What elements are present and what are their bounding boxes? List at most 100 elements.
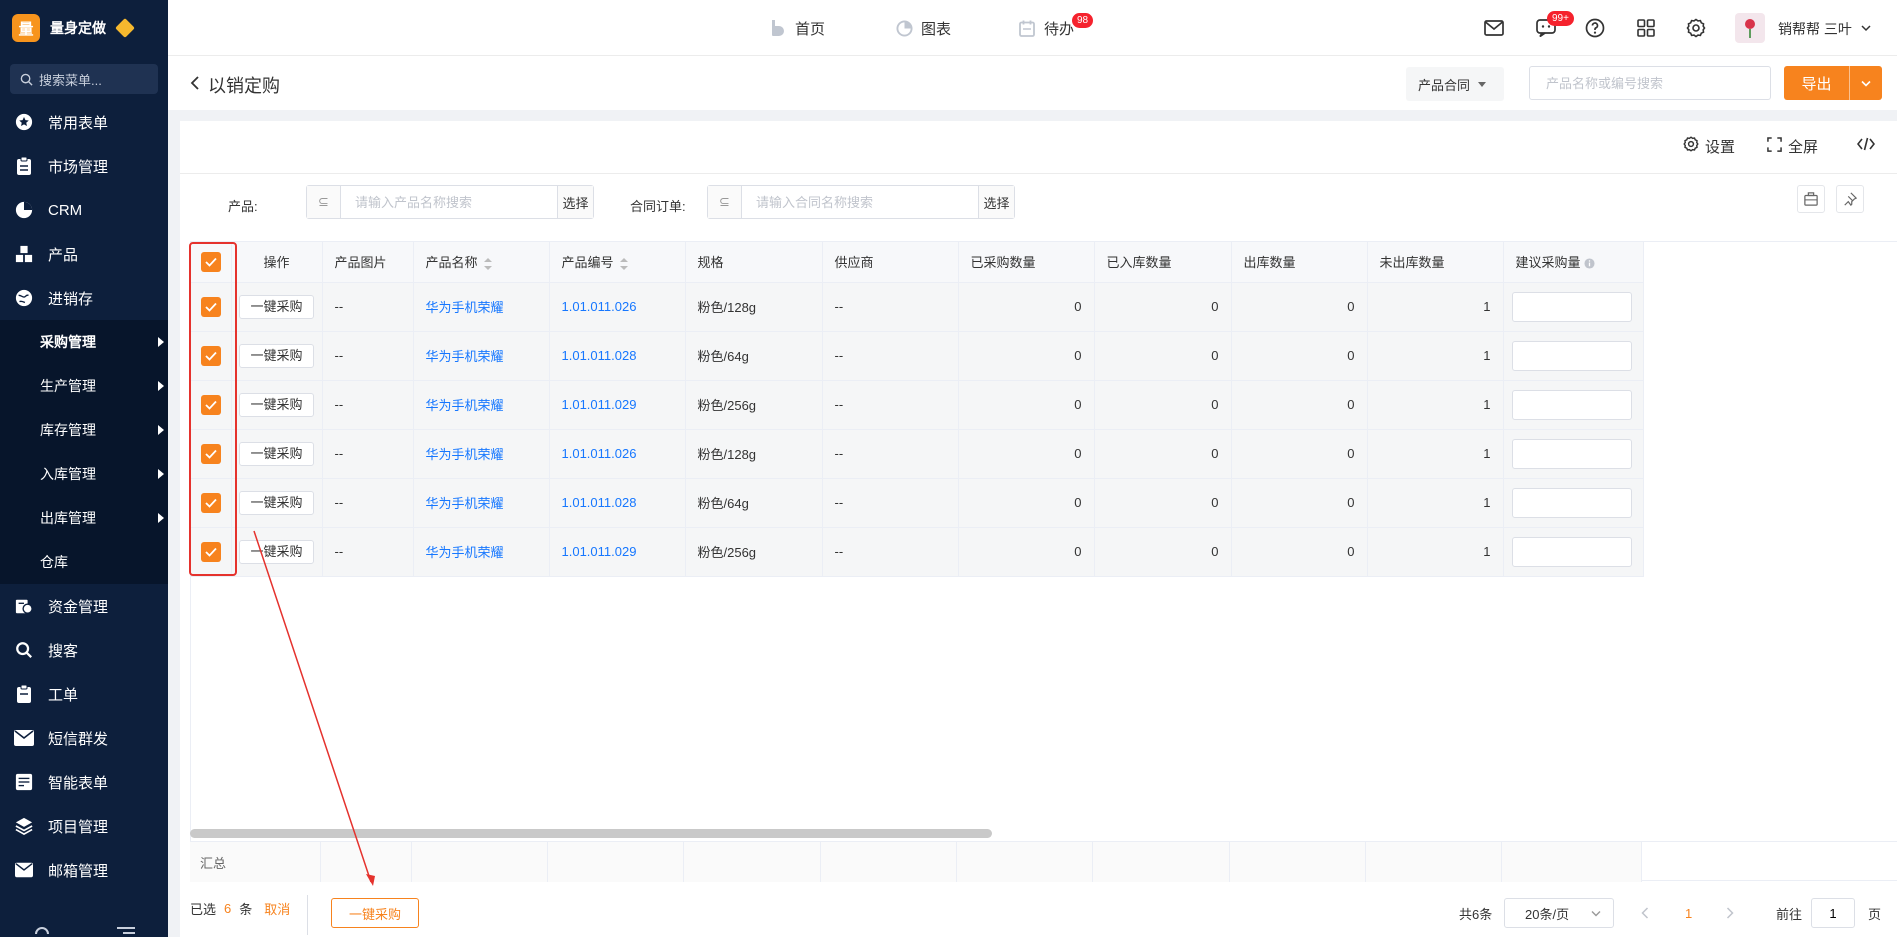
menu-item-sms[interactable]: 短信群发 [0, 716, 168, 760]
row-checkbox[interactable] [200, 296, 221, 317]
pin-button[interactable] [1836, 185, 1864, 213]
submenu-item-warehouse[interactable]: 仓库 [0, 540, 168, 584]
row-checkbox-cell[interactable] [191, 380, 232, 430]
product-name-link[interactable]: 华为手机荣耀 [426, 545, 504, 560]
contract-filter-input[interactable] [742, 186, 978, 218]
submenu-item-purchase[interactable]: 采购管理 [0, 320, 168, 364]
export-button[interactable]: 导出 [1784, 66, 1882, 100]
back-link[interactable]: 以销定购 [190, 72, 280, 98]
menu-item-projects[interactable]: 项目管理 [0, 804, 168, 848]
contract-select-button[interactable]: 选择 [978, 186, 1014, 218]
suggested-qty-input[interactable] [1511, 487, 1632, 518]
settings-icon[interactable] [1684, 16, 1708, 40]
menu-item-common-forms[interactable]: 常用表单 [0, 100, 168, 144]
horizontal-scrollbar[interactable] [190, 829, 992, 838]
row-checkbox-cell[interactable] [191, 478, 232, 528]
gear-icon[interactable] [34, 922, 50, 937]
product-code-link[interactable]: 1.01.011.028 [562, 348, 637, 363]
product-select-button[interactable]: 选择 [557, 186, 593, 218]
nav-todo[interactable]: 待办 [1018, 0, 1074, 56]
menu-item-crm[interactable]: CRM [0, 188, 168, 232]
apps-grid-icon[interactable] [1634, 16, 1658, 40]
menu-search[interactable]: 搜索菜单... [10, 64, 158, 94]
goto-page-input[interactable] [1811, 898, 1855, 928]
select-all-checkbox[interactable] [200, 251, 221, 272]
row-code-cell: 1.01.011.028 [549, 331, 686, 381]
row-checkbox[interactable] [200, 443, 221, 464]
product-code-link[interactable]: 1.01.011.029 [562, 397, 637, 412]
settings-button[interactable]: 设置 [1683, 135, 1735, 157]
search-icon [14, 640, 34, 660]
submenu-item-production[interactable]: 生产管理 [0, 364, 168, 408]
menu-item-product[interactable]: 产品 [0, 232, 168, 276]
mail-icon[interactable] [1482, 16, 1506, 40]
export-label[interactable]: 导出 [1784, 66, 1850, 100]
row-purchase-button[interactable]: 一键采购 [239, 343, 314, 368]
page-size-select[interactable]: 20条/页 [1504, 898, 1614, 928]
collapse-icon[interactable] [116, 922, 135, 937]
row-checkbox-cell[interactable] [191, 527, 232, 577]
row-checkbox-cell[interactable] [191, 331, 232, 381]
bulk-purchase-button[interactable]: 一键采购 [331, 898, 419, 928]
nav-home[interactable]: 首页 [769, 0, 825, 56]
menu-item-market[interactable]: 市场管理 [0, 144, 168, 188]
submenu-item-stock[interactable]: 库存管理 [0, 408, 168, 452]
menu-item-mail[interactable]: 邮箱管理 [0, 848, 168, 892]
user-name[interactable]: 销帮帮 三叶 [1778, 19, 1852, 39]
cancel-selection-link[interactable]: 取消 [264, 899, 290, 918]
row-purchase-button[interactable]: 一键采购 [239, 490, 314, 515]
product-code-link[interactable]: 1.01.011.026 [562, 446, 637, 461]
submenu-item-inbound[interactable]: 入库管理 [0, 452, 168, 496]
page-number-current[interactable]: 1 [1685, 898, 1692, 928]
help-icon[interactable] [1583, 16, 1607, 40]
calendar-icon [1018, 19, 1036, 37]
product-name-link[interactable]: 华为手机荣耀 [426, 300, 504, 315]
row-checkbox[interactable] [200, 541, 221, 562]
export-dropdown[interactable] [1850, 66, 1882, 100]
prev-page-button[interactable] [1641, 898, 1649, 928]
chevron-down-icon[interactable] [1854, 16, 1878, 40]
suggested-qty-input[interactable] [1511, 340, 1632, 371]
product-code-link[interactable]: 1.01.011.029 [562, 544, 637, 559]
row-checkbox-cell[interactable] [191, 282, 232, 332]
product-code-link[interactable]: 1.01.011.026 [562, 299, 637, 314]
product-name-link[interactable]: 华为手机荣耀 [426, 398, 504, 413]
suggested-qty-input[interactable] [1511, 536, 1632, 567]
suggested-qty-input[interactable] [1511, 389, 1632, 420]
sort-icon[interactable] [619, 257, 628, 270]
row-checkbox[interactable] [200, 492, 221, 513]
select-all-cell[interactable] [191, 242, 232, 283]
product-name-link[interactable]: 华为手机荣耀 [426, 447, 504, 462]
filter-type-select[interactable]: 产品合同 [1406, 67, 1504, 101]
sort-icon[interactable] [483, 257, 492, 270]
product-code-link[interactable]: 1.01.011.028 [562, 495, 637, 510]
clear-filter-button[interactable] [1797, 185, 1825, 213]
row-purchase-button[interactable]: 一键采购 [239, 539, 314, 564]
col-header-name[interactable]: 产品名称 [413, 242, 550, 283]
submenu-item-outbound[interactable]: 出库管理 [0, 496, 168, 540]
next-page-button[interactable] [1726, 898, 1734, 928]
suggested-qty-input[interactable] [1511, 438, 1632, 469]
suggested-qty-input[interactable] [1511, 291, 1632, 322]
fullscreen-button[interactable]: 全屏 [1767, 135, 1818, 157]
menu-item-tickets[interactable]: 工单 [0, 672, 168, 716]
code-button[interactable] [1856, 135, 1876, 157]
row-checkbox[interactable] [200, 394, 221, 415]
brand[interactable]: 量 量身定做 [0, 0, 168, 56]
row-purchase-button[interactable]: 一键采购 [239, 294, 314, 319]
product-filter-input[interactable] [341, 186, 557, 218]
product-name-link[interactable]: 华为手机荣耀 [426, 496, 504, 511]
row-checkbox-cell[interactable] [191, 429, 232, 479]
product-search-input[interactable] [1529, 66, 1771, 100]
row-purchase-button[interactable]: 一键采购 [239, 441, 314, 466]
menu-item-search-customers[interactable]: 搜客 [0, 628, 168, 672]
nav-chart[interactable]: 图表 [895, 0, 951, 56]
menu-item-smart-forms[interactable]: 智能表单 [0, 760, 168, 804]
row-checkbox[interactable] [200, 345, 221, 366]
menu-item-funds[interactable]: 资金管理 [0, 584, 168, 628]
menu-item-inventory[interactable]: 进销存 [0, 276, 168, 320]
user-avatar[interactable] [1735, 13, 1765, 43]
row-purchase-button[interactable]: 一键采购 [239, 392, 314, 417]
col-header-code[interactable]: 产品编号 [549, 242, 686, 283]
product-name-link[interactable]: 华为手机荣耀 [426, 349, 504, 364]
